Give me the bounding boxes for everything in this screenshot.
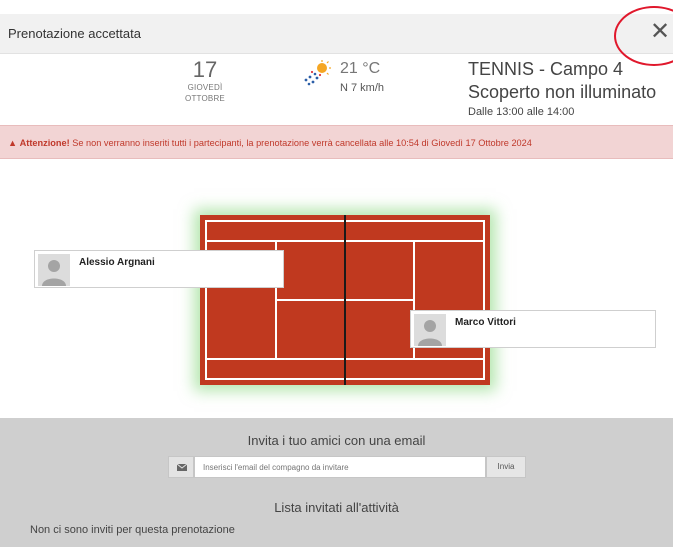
alert-message: Se non verranno inseriti tutti i parteci…: [69, 138, 532, 148]
invite-title: Invita i tuo amici con una email: [247, 433, 426, 448]
no-invites-message: Non ci sono inviti per questa prenotazio…: [30, 524, 235, 536]
warning-alert: ▲ Attenzione! Se non verranno inseriti t…: [0, 125, 673, 159]
court-area: Alessio Argnani Marco Vittori: [0, 160, 673, 418]
player-card[interactable]: Alessio Argnani: [34, 250, 284, 288]
close-button[interactable]: ✕: [650, 20, 670, 44]
temperature: 21 °C: [340, 60, 381, 77]
date-day: 17: [192, 57, 218, 82]
wind: N 7 km/h: [340, 82, 385, 94]
court-info: TENNIS - Campo 4 Scoperto non illuminato…: [468, 58, 656, 120]
date-block: 17 GIOVEDÌ OTTOBRE: [160, 58, 250, 104]
tennis-court-graphic: [200, 215, 490, 385]
alert-strong: Attenzione!: [19, 138, 70, 148]
modal-title: Prenotazione accettata: [8, 26, 141, 41]
date-month: OTTOBRE: [185, 94, 225, 103]
invite-section: Invita i tuo amici con una email Invia L…: [0, 418, 673, 547]
modal-header: Prenotazione accettata: [0, 14, 673, 54]
invited-list-title: Lista invitati all'attività: [274, 500, 399, 515]
player-name: Marco Vittori: [455, 317, 516, 328]
court-name: TENNIS - Campo 4: [468, 59, 624, 79]
player-card[interactable]: Marco Vittori: [410, 310, 656, 348]
partly-sunny-rain-icon: [304, 60, 331, 86]
tennis-court: [200, 215, 490, 385]
send-invite-button[interactable]: Invia: [486, 456, 526, 478]
envelope-addon: [168, 456, 194, 478]
close-icon: ✕: [650, 18, 671, 45]
player-name: Alessio Argnani: [79, 257, 155, 268]
envelope-icon: [176, 463, 188, 471]
user-avatar-icon: [38, 254, 70, 286]
email-input[interactable]: [194, 456, 486, 478]
court-type: Scoperto non illuminato: [468, 82, 657, 102]
warning-icon: ▲: [8, 138, 20, 148]
date-weekday: GIOVEDÌ: [187, 83, 223, 92]
user-avatar-icon: [414, 314, 446, 346]
court-time: Dalle 13:00 alle 14:00: [468, 106, 575, 118]
